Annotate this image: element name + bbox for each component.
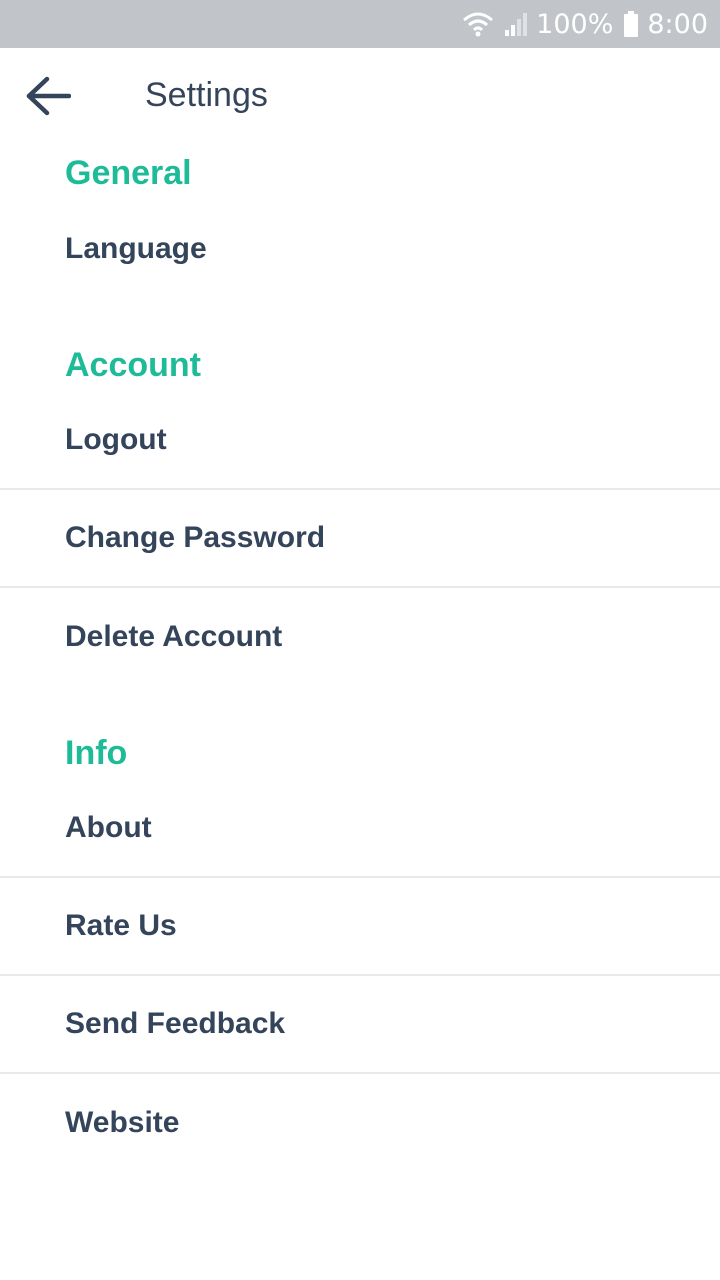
back-button[interactable] [18,68,78,128]
settings-item-send-feedback[interactable]: Send Feedback [0,976,720,1074]
settings-item-delete-account[interactable]: Delete Account [0,588,720,686]
clock: 8:00 [647,8,708,40]
settings-item-rate-us[interactable]: Rate Us [0,878,720,976]
wifi-icon [462,11,494,37]
settings-item-change-password[interactable]: Change Password [0,490,720,588]
section-header-account: Account [65,345,201,384]
battery-percent: 100% [536,8,614,40]
status-bar: 100% 8:00 [0,0,720,48]
arrow-back-icon [25,76,72,121]
section-header-info: Info [65,733,128,772]
page-title: Settings [145,76,268,114]
battery-icon [623,11,639,37]
settings-item-language[interactable]: Language [0,200,720,298]
section-header-general: General [65,153,192,192]
settings-item-logout[interactable]: Logout [0,392,720,490]
settings-list: General Language Account Logout Change P… [0,146,720,1172]
settings-item-website[interactable]: Website [0,1074,720,1172]
app-bar: Settings [0,48,720,146]
cell-signal-icon [504,11,528,37]
settings-item-about[interactable]: About [0,780,720,878]
